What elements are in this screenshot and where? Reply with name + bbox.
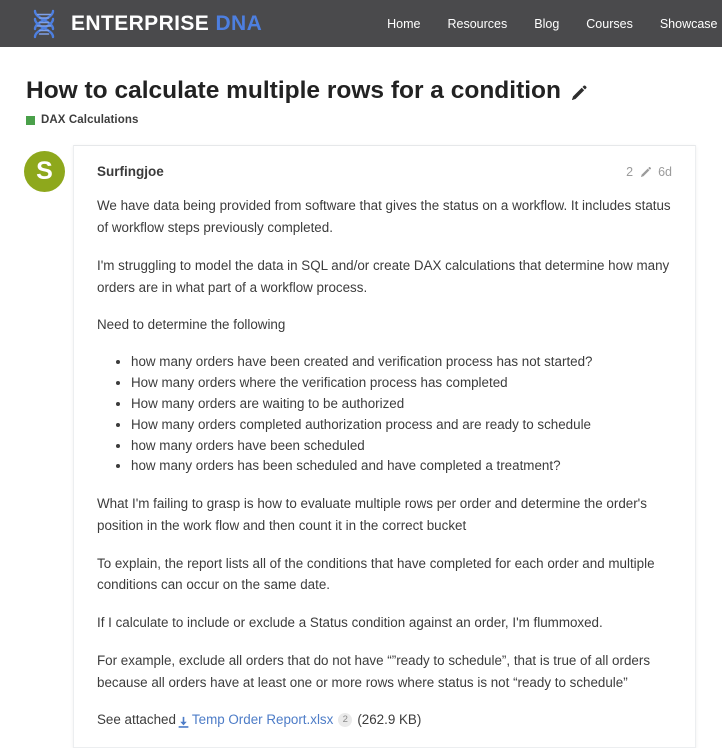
list-item: how many orders has been scheduled and h… bbox=[131, 456, 672, 477]
download-icon[interactable] bbox=[177, 714, 190, 728]
nav-item-home[interactable]: Home bbox=[387, 17, 420, 31]
main-navigation: Home Resources Blog Courses Showcase bbox=[387, 17, 717, 31]
brand-text-secondary: DNA bbox=[215, 12, 263, 35]
page-title: How to calculate multiple rows for a con… bbox=[26, 76, 696, 105]
post-card: Surfingjoe 2 6d We have data being provi… bbox=[73, 145, 696, 748]
brand-text: ENTERPRISE DNA bbox=[71, 13, 262, 34]
nav-item-showcase[interactable]: Showcase bbox=[660, 17, 718, 31]
requirements-list: how many orders have been created and ve… bbox=[97, 352, 672, 477]
pencil-icon[interactable] bbox=[639, 166, 652, 179]
post-meta: Surfingjoe 2 6d bbox=[97, 164, 672, 179]
attachment-prefix: See attached bbox=[97, 712, 176, 728]
attachment-size: (262.9 KB) bbox=[357, 712, 422, 728]
post-paragraph-6: If I calculate to include or exclude a S… bbox=[97, 615, 603, 631]
post-date[interactable]: 6d bbox=[658, 165, 672, 179]
dna-helix-icon bbox=[26, 7, 62, 41]
nav-item-blog[interactable]: Blog bbox=[534, 17, 559, 31]
avatar[interactable]: S bbox=[24, 151, 65, 193]
list-item: how many orders have been scheduled bbox=[131, 436, 672, 457]
attachment-link[interactable]: Temp Order Report.xlsx bbox=[192, 709, 333, 731]
category-color-swatch bbox=[26, 115, 35, 125]
post-paragraph-2: I'm struggling to model the data in SQL … bbox=[97, 257, 670, 295]
attachment-download-count: 2 bbox=[338, 713, 353, 728]
post-paragraph-3: Need to determine the following bbox=[97, 317, 286, 333]
page-title-text: How to calculate multiple rows for a con… bbox=[26, 77, 561, 104]
nav-item-resources[interactable]: Resources bbox=[448, 17, 508, 31]
list-item: How many orders are waiting to be author… bbox=[131, 394, 672, 415]
site-header: ENTERPRISE DNA Home Resources Blog Cours… bbox=[0, 0, 722, 47]
post-paragraph-7: For example, exclude all orders that do … bbox=[97, 652, 651, 690]
list-item: How many orders completed authorization … bbox=[131, 415, 672, 436]
category-label: DAX Calculations bbox=[41, 114, 139, 127]
post-stream: S Surfingjoe 2 6d We have data being pro… bbox=[0, 145, 722, 748]
list-item: how many orders have been created and ve… bbox=[131, 352, 672, 373]
topic-header: How to calculate multiple rows for a con… bbox=[0, 47, 722, 126]
brand-logo[interactable]: ENTERPRISE DNA bbox=[26, 7, 262, 41]
post-paragraph-5: To explain, the report lists all of the … bbox=[97, 555, 655, 593]
post-body: We have data being provided from softwar… bbox=[97, 195, 672, 731]
brand-text-primary: ENTERPRISE bbox=[71, 12, 210, 35]
edit-count: 2 bbox=[626, 165, 634, 180]
nav-item-courses[interactable]: Courses bbox=[586, 17, 633, 31]
attachment-line: See attached Temp Order Report.xlsx 2 (2… bbox=[97, 709, 672, 731]
timeline-gutter bbox=[0, 145, 26, 615]
post-paragraph-1: We have data being provided from softwar… bbox=[97, 198, 671, 236]
post-meta-right: 2 6d bbox=[626, 165, 672, 179]
list-item: How many orders where the verification p… bbox=[131, 373, 672, 394]
post-author-name[interactable]: Surfingjoe bbox=[97, 164, 164, 179]
category-badge[interactable]: DAX Calculations bbox=[26, 114, 696, 126]
pencil-icon[interactable] bbox=[569, 81, 588, 101]
post-paragraph-4: What I'm failing to grasp is how to eval… bbox=[97, 496, 647, 534]
